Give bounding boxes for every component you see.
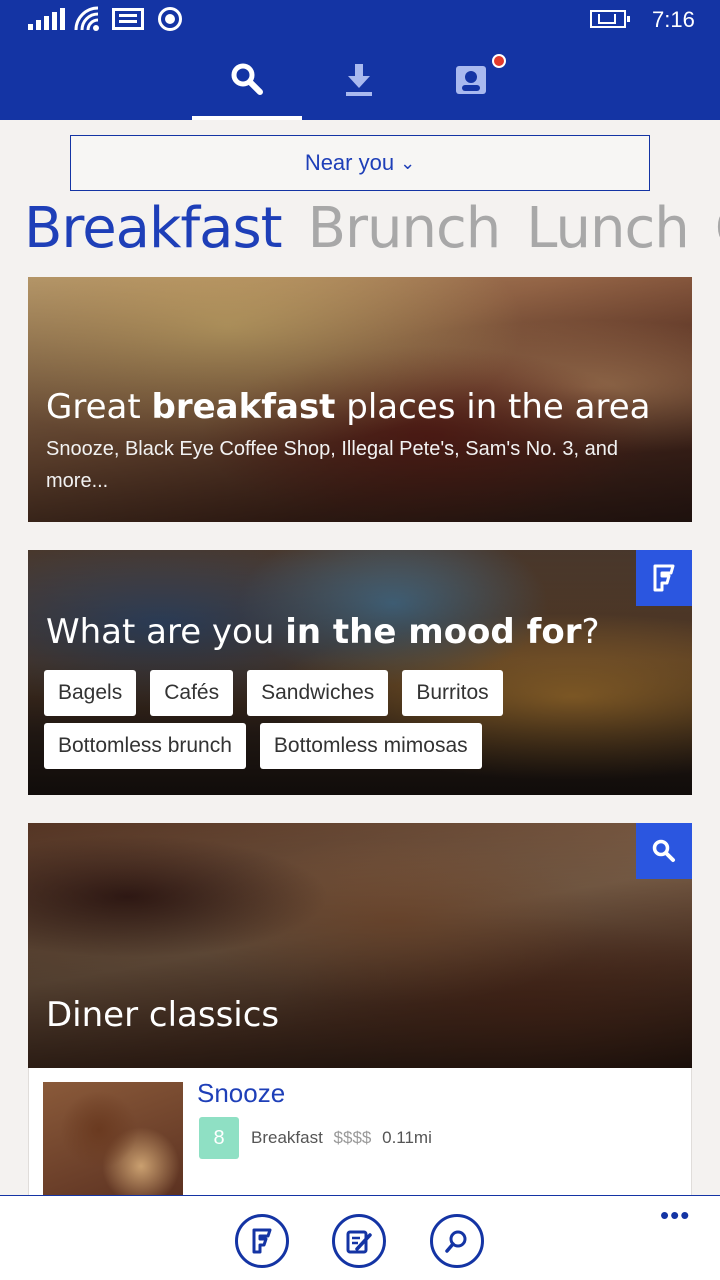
search-button[interactable]: [430, 1214, 484, 1268]
chip-burritos[interactable]: Burritos: [402, 670, 503, 716]
chip-bottomless-mimosas[interactable]: Bottomless mimosas: [259, 723, 482, 769]
chip-bottomless-brunch[interactable]: Bottomless brunch: [44, 723, 246, 769]
pivot-item-lunch[interactable]: Lunch: [526, 196, 689, 261]
search-badge[interactable]: [636, 823, 692, 879]
card-title: Diner classics: [46, 995, 280, 1035]
meal-pivot: Breakfast Brunch Lunch Co: [24, 196, 720, 272]
wifi-icon: [74, 6, 99, 31]
check-in-icon: [346, 1230, 372, 1254]
diner-classics-card[interactable]: Diner classics: [28, 823, 692, 1068]
venue-distance: 0.11mi: [382, 1128, 432, 1147]
chip-bagels[interactable]: Bagels: [44, 670, 137, 716]
foursquare-badge[interactable]: [636, 550, 692, 606]
pivot-item-brunch[interactable]: Brunch: [308, 196, 502, 261]
mood-chips: Bagels Cafés Sandwiches Burritos Bottoml…: [44, 670, 564, 769]
chevron-down-icon: ⌄: [400, 152, 416, 173]
status-time: 7:16: [652, 7, 695, 32]
status-bar: 7:16: [0, 0, 720, 38]
tab-downloads[interactable]: [304, 38, 414, 120]
search-icon: [652, 839, 675, 862]
bottom-app-bar: •••: [0, 1195, 720, 1280]
foursquare-icon: [653, 564, 675, 592]
venue-name[interactable]: Snooze: [197, 1078, 285, 1109]
venue-category: Breakfast: [251, 1128, 323, 1147]
search-icon: [445, 1230, 467, 1253]
chip-sandwiches[interactable]: Sandwiches: [247, 670, 389, 716]
download-icon: [346, 64, 372, 96]
venue-list-item[interactable]: Snooze 8 Breakfast $$$$ 0.11mi: [28, 1068, 692, 1198]
great-places-card[interactable]: Great breakfast places in the area Snooz…: [28, 277, 692, 522]
location-dropdown[interactable]: Near you ⌄: [70, 135, 650, 191]
tab-profile[interactable]: [416, 38, 526, 120]
card-subtitle: Snooze, Black Eye Coffee Shop, Illegal P…: [46, 438, 619, 492]
pivot-item-next[interactable]: Co: [715, 196, 720, 261]
check-in-button[interactable]: [332, 1214, 386, 1268]
main-tabs: [0, 38, 720, 120]
signal-strength-icon: [28, 8, 65, 30]
app-header: 7:16: [0, 0, 720, 120]
profile-icon: [456, 66, 486, 94]
message-icon: [112, 8, 144, 30]
card-title: Great breakfast places in the area: [46, 387, 651, 427]
pivot-item-breakfast[interactable]: Breakfast: [24, 196, 283, 261]
more-button[interactable]: •••: [660, 1202, 690, 1228]
venue-score-badge: 8: [199, 1117, 239, 1159]
location-dropdown-label: Near you: [304, 150, 395, 175]
foursquare-button[interactable]: [235, 1214, 289, 1268]
battery-charging-icon: [590, 10, 630, 28]
chip-cafes[interactable]: Cafés: [150, 670, 234, 716]
foursquare-icon: [252, 1228, 272, 1254]
card-title: What are you in the mood for?: [46, 612, 600, 652]
notification-dot: [492, 54, 506, 68]
tab-search[interactable]: [192, 38, 302, 120]
search-icon: [231, 63, 263, 95]
mood-card: What are you in the mood for? Bagels Caf…: [28, 550, 692, 795]
venue-price: $$$$: [333, 1128, 372, 1147]
venue-meta: Breakfast $$$$ 0.11mi: [251, 1128, 432, 1148]
venue-thumbnail: [43, 1082, 183, 1197]
location-icon: [158, 7, 182, 31]
